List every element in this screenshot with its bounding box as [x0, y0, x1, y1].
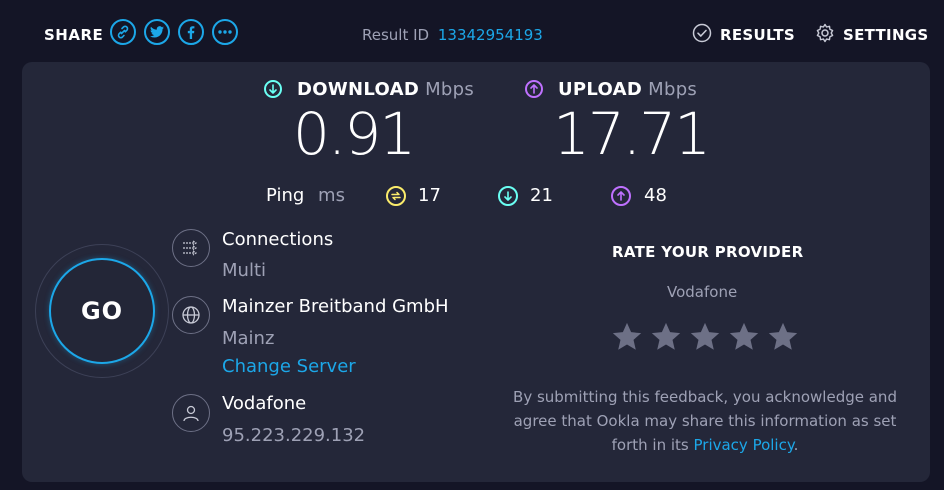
result-id-link[interactable]: 13342954193: [438, 26, 543, 44]
go-label: GO: [80, 297, 124, 325]
star-2-icon[interactable]: [649, 320, 683, 354]
star-3-icon[interactable]: [688, 320, 722, 354]
connections-icon: [172, 229, 210, 267]
upload-latency-icon: [611, 186, 631, 206]
star-rating: [610, 320, 800, 354]
results-label: RESULTS: [720, 26, 795, 44]
upload-header: UPLOAD Mbps: [525, 79, 697, 100]
check-circle-icon: [692, 23, 712, 47]
settings-nav[interactable]: SETTINGS: [815, 23, 929, 47]
share-label: SHARE: [44, 26, 104, 44]
feedback-disclaimer: By submitting this feedback, you acknowl…: [500, 385, 910, 457]
disclaimer-end: .: [793, 436, 799, 454]
upload-speed-value: 17.71: [553, 100, 711, 168]
change-server-link[interactable]: Change Server: [222, 356, 356, 377]
star-5-icon[interactable]: [766, 320, 800, 354]
ping-unit: ms: [318, 185, 345, 206]
privacy-policy-link[interactable]: Privacy Policy: [694, 436, 794, 454]
idle-latency-icon: [386, 186, 406, 206]
facebook-icon[interactable]: [178, 19, 204, 45]
server-name: Mainzer Breitband GmbH: [222, 296, 449, 317]
settings-label: SETTINGS: [843, 26, 929, 44]
link-icon[interactable]: [110, 19, 136, 45]
result-id: Result ID 13342954193: [362, 26, 543, 44]
download-header: DOWNLOAD Mbps: [264, 79, 474, 100]
star-4-icon[interactable]: [727, 320, 761, 354]
upload-arrow-icon: [525, 80, 543, 98]
upload-latency-value: 48: [644, 185, 667, 206]
more-icon[interactable]: [212, 19, 238, 45]
user-icon: [172, 394, 210, 432]
ping-label-text: Ping: [266, 185, 305, 206]
connections-value[interactable]: Multi: [222, 260, 266, 281]
server-location: Mainz: [222, 328, 275, 349]
top-bar: SHARE Result ID 13342954193 RESULTS SETT…: [0, 0, 944, 62]
download-speed-value: 0.91: [293, 100, 416, 168]
star-1-icon[interactable]: [610, 320, 644, 354]
rate-provider-name: Vodafone: [667, 283, 738, 301]
twitter-icon[interactable]: [144, 19, 170, 45]
download-latency-icon: [498, 186, 518, 206]
download-arrow-icon: [264, 80, 282, 98]
ping-label: Ping ms: [266, 185, 345, 206]
go-button-ring: GO: [35, 244, 169, 378]
download-latency-value: 21: [530, 185, 553, 206]
upload-unit: Mbps: [648, 79, 698, 100]
upload-label: UPLOAD: [558, 79, 643, 100]
results-nav[interactable]: RESULTS: [692, 23, 795, 47]
rate-provider-title: RATE YOUR PROVIDER: [612, 243, 804, 261]
connections-title: Connections: [222, 229, 334, 250]
download-label: DOWNLOAD: [297, 79, 420, 100]
go-button[interactable]: GO: [49, 258, 155, 364]
result-id-label: Result ID: [362, 26, 430, 44]
gear-icon: [815, 23, 835, 47]
isp-name: Vodafone: [222, 393, 307, 414]
idle-latency-value: 17: [418, 185, 441, 206]
ip-address: 95.223.229.132: [222, 425, 366, 446]
globe-icon: [172, 296, 210, 334]
download-unit: Mbps: [425, 79, 475, 100]
